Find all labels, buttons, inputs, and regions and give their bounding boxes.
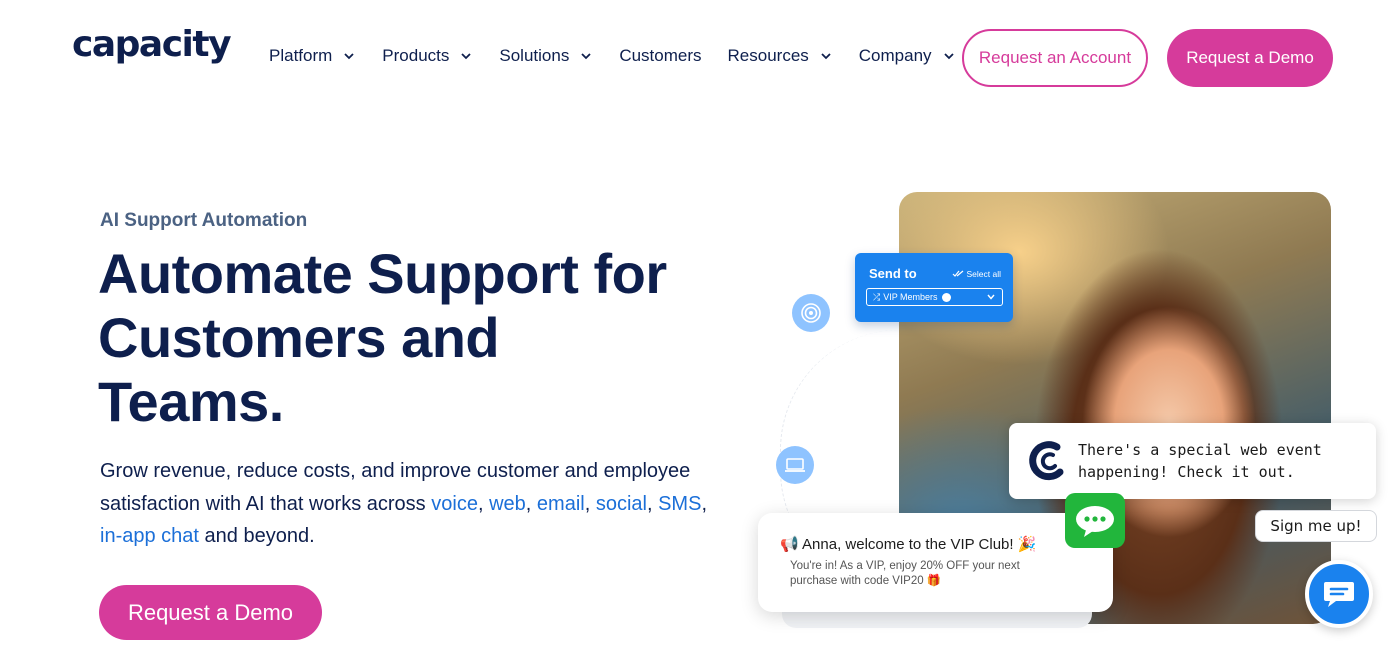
vip-welcome-title: 📢 Anna, welcome to the VIP Club! 🎉 (780, 535, 1036, 553)
desc-sep: , (701, 492, 707, 515)
chat-bubble-icon (1324, 582, 1354, 607)
chevron-down-icon (344, 53, 354, 60)
vip-welcome-body-text: You're in! As a VIP, enjoy 20% OFF your … (790, 560, 1020, 587)
segment-select[interactable]: ⤮ VIP Members (866, 288, 1003, 306)
headline-line-2: Customers and (98, 306, 500, 369)
nav-customers-label: Customers (619, 46, 702, 65)
nav-products-label: Products (382, 46, 450, 65)
party-popper-icon: 🎉 (1017, 536, 1037, 553)
nav-solutions-label: Solutions (499, 46, 570, 65)
select-all-control[interactable]: Select all (952, 269, 1002, 279)
nav-resources[interactable]: Resources (728, 44, 833, 68)
nav-company[interactable]: Company (859, 44, 956, 68)
nav-solutions[interactable]: Solutions (499, 44, 593, 68)
capacity-bot-avatar-icon (1029, 441, 1064, 481)
target-icon (792, 294, 830, 332)
desc-sep: , (584, 492, 596, 515)
link-in-app-chat[interactable]: in-app chat (100, 525, 199, 547)
chat-message-text: There's a special web event happening! C… (1078, 441, 1322, 481)
chevron-down-icon (821, 53, 831, 60)
send-to-card: Send to Select all ⤮ VIP Members (855, 253, 1013, 322)
double-check-icon (952, 270, 963, 277)
main-nav: Platform Products Solutions Customers Re… (269, 44, 982, 68)
segment-label: VIP Members (883, 292, 938, 302)
line-messenger-icon (1065, 493, 1125, 548)
desc-sep: , (646, 492, 659, 515)
link-web[interactable]: web (489, 493, 526, 515)
link-sms[interactable]: SMS (658, 493, 701, 515)
vip-welcome-title-text: Anna, welcome to the VIP Club! (802, 536, 1014, 553)
select-all-label: Select all (966, 269, 1002, 279)
segment-icon: ⤮ (873, 291, 881, 302)
hero-eyebrow: AI Support Automation (100, 210, 308, 231)
link-email[interactable]: email (537, 493, 585, 515)
megaphone-icon: 📢 (780, 536, 799, 553)
request-demo-header-button[interactable]: Request a Demo (1167, 29, 1333, 87)
nav-resources-label: Resources (727, 46, 809, 65)
headline-line-3: Teams. (98, 370, 284, 433)
remove-chip-icon[interactable] (941, 292, 951, 302)
headline-line-1: Automate Support for (98, 242, 667, 305)
chevron-down-icon (987, 294, 995, 300)
link-voice[interactable]: voice (431, 493, 478, 515)
request-demo-hero-button[interactable]: Request a Demo (99, 585, 322, 640)
hero-description: Grow revenue, reduce costs, and improve … (100, 455, 710, 553)
nav-customers[interactable]: Customers (619, 44, 701, 68)
chevron-down-icon (943, 53, 954, 60)
chat-message-bubble[interactable]: There's a special web event happening! C… (1009, 423, 1376, 499)
nav-company-label: Company (858, 46, 932, 65)
send-to-title: Send to (869, 266, 917, 281)
nav-products[interactable]: Products (382, 44, 473, 68)
capacity-logo[interactable]: capacity (72, 24, 232, 65)
desc-sep: , (525, 492, 537, 515)
vip-welcome-card: 📢 Anna, welcome to the VIP Club! 🎉 You'r… (758, 513, 1113, 612)
laptop-icon (776, 446, 814, 484)
chevron-down-icon (461, 53, 472, 60)
gift-icon: 🎁 (926, 575, 942, 587)
link-social[interactable]: social (596, 493, 647, 515)
chevron-down-icon (581, 53, 591, 60)
chat-launcher-button[interactable] (1305, 560, 1373, 628)
nav-platform-label: Platform (269, 46, 333, 65)
desc-end: and beyond. (198, 525, 315, 547)
vip-welcome-body: You're in! As a VIP, enjoy 20% OFF your … (790, 559, 1050, 589)
sign-me-up-button[interactable]: Sign me up! (1255, 510, 1377, 542)
hero-headline: Automate Support for Customers and Teams… (98, 242, 738, 434)
desc-sep: , (477, 492, 490, 515)
nav-platform[interactable]: Platform (269, 44, 356, 68)
request-account-button[interactable]: Request an Account (962, 29, 1148, 87)
